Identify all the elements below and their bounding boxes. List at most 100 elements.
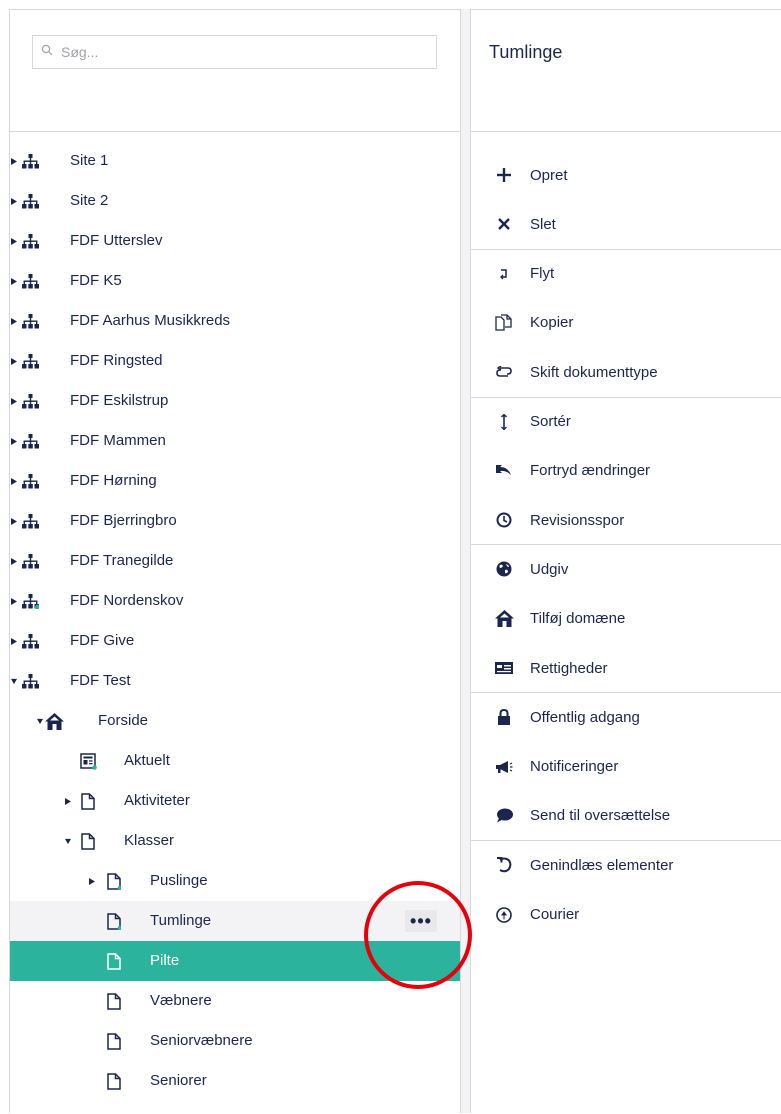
action-offentlig-adgang[interactable]: Offentlig adgang — [471, 693, 781, 741]
caret-right-icon[interactable] — [64, 797, 72, 805]
action-sort-r[interactable]: Sortér — [471, 398, 781, 446]
document-icon — [104, 991, 124, 1011]
caret-right-icon[interactable] — [10, 397, 18, 405]
action-revisionsspor[interactable]: Revisionsspor — [471, 496, 781, 544]
action-courier[interactable]: Courier — [471, 891, 781, 939]
caret-right-icon[interactable] — [10, 277, 18, 285]
tree-node[interactable]: FDF Test — [10, 661, 460, 701]
tree-node[interactable]: Aktiviteter — [10, 781, 460, 821]
sitemap-icon — [20, 351, 40, 371]
actions-panel: Tumlinge Opret Slet Flyt Kopier Skift dokume… — [471, 9, 781, 1114]
document-icon — [78, 831, 98, 851]
caret-down-icon[interactable] — [36, 717, 44, 725]
sitemap-icon — [20, 151, 40, 171]
caret-right-icon[interactable] — [10, 637, 18, 645]
action-udgiv[interactable]: Udgiv — [471, 545, 781, 593]
tree-node[interactable]: FDF K5 — [10, 261, 460, 301]
caret-right-icon[interactable] — [10, 357, 18, 365]
tree-node[interactable]: FDF Utterslev — [10, 221, 460, 261]
caret-right-icon[interactable] — [10, 237, 18, 245]
tree-node[interactable]: Klasser — [10, 821, 460, 861]
caret-right-icon[interactable] — [10, 517, 18, 525]
lock-icon — [493, 706, 515, 728]
action-label: Genindlæs elementer — [530, 856, 674, 874]
tree-node-label: FDF Bjerringbro — [70, 512, 177, 529]
action-label: Udgiv — [530, 560, 569, 578]
tree-node-label: FDF Utterslev — [70, 232, 163, 249]
tree-node-label: Site 1 — [70, 152, 109, 169]
action-label: Slet — [530, 215, 556, 233]
undo-icon — [493, 460, 515, 482]
caret-right-icon[interactable] — [10, 317, 18, 325]
action-flyt[interactable]: Flyt — [471, 250, 781, 298]
speech-bubble-icon — [493, 805, 515, 827]
caret-right-icon[interactable] — [10, 597, 18, 605]
sitemap-icon — [20, 471, 40, 491]
tree-node-label: FDF K5 — [70, 272, 122, 289]
action-tilføj-domæne[interactable]: Tilføj domæne — [471, 595, 781, 643]
tree-node-label: FDF Tranegilde — [70, 552, 174, 569]
sitemap-icon — [20, 591, 40, 611]
caret-right-icon[interactable] — [10, 197, 18, 205]
action-skift-dokumenttype[interactable]: Skift dokumenttype — [471, 348, 781, 396]
tree-node[interactable]: Site 1 — [10, 141, 460, 181]
action-kopier[interactable]: Kopier — [471, 299, 781, 347]
action-send-til-oversættelse[interactable]: Send til oversættelse — [471, 792, 781, 840]
tree-node-label: Væbnere — [150, 992, 212, 1009]
action-notificeringer[interactable]: Notificeringer — [471, 743, 781, 791]
action-rettigheder[interactable]: Rettigheder — [471, 644, 781, 692]
tree-node[interactable]: FDF Give — [10, 621, 460, 661]
search-input[interactable] — [59, 43, 423, 61]
clock-icon — [493, 509, 515, 531]
tree-node[interactable]: Væbnere — [10, 981, 460, 1021]
tree-node[interactable]: FDF Bjerringbro — [10, 501, 460, 541]
tree-node-label: Pilte — [150, 952, 180, 969]
tree-node[interactable]: Site 2 — [10, 181, 460, 221]
caret-down-icon[interactable] — [64, 837, 72, 845]
caret-right-icon[interactable] — [10, 557, 18, 565]
caret-right-icon[interactable] — [10, 477, 18, 485]
tree-node-label: Seniorer — [150, 1072, 207, 1089]
copy-icon — [493, 312, 515, 334]
action-label: Tilføj domæne — [530, 610, 626, 628]
caret-right-icon[interactable] — [10, 437, 18, 445]
tree-node-label: FDF Aarhus Musikkreds — [70, 312, 231, 329]
action-label: Kopier — [530, 314, 574, 332]
tree-node[interactable]: FDF Tranegilde — [10, 541, 460, 581]
search-field[interactable] — [32, 35, 437, 69]
tree-node[interactable]: FDF Ringsted — [10, 341, 460, 381]
caret-right-icon[interactable] — [88, 877, 96, 885]
sitemap-icon — [20, 191, 40, 211]
tree-node[interactable]: FDF Nordenskov — [10, 581, 460, 621]
action-label: Revisionsspor — [530, 511, 625, 529]
swap-icon — [493, 361, 515, 383]
sitemap-icon — [20, 511, 40, 531]
tree-node[interactable]: Seniorvæbnere — [10, 1021, 460, 1061]
action-label: Sortér — [530, 413, 571, 430]
sitemap-icon — [20, 671, 40, 691]
tree-node[interactable]: Seniorer — [10, 1061, 460, 1101]
action-opret[interactable]: Opret — [471, 151, 781, 199]
tree-node[interactable]: FDF Aarhus Musikkreds — [10, 301, 460, 341]
caret-down-icon[interactable] — [10, 677, 18, 685]
tree-node[interactable]: Forside — [10, 701, 460, 741]
top-frame — [0, 0, 781, 9]
caret-right-icon[interactable] — [10, 157, 18, 165]
document-icon — [104, 1071, 124, 1091]
sitemap-icon — [20, 431, 40, 451]
megaphone-icon — [493, 756, 515, 778]
tree-node[interactable]: FDF Hørning — [10, 461, 460, 501]
action-genindlæs-elementer[interactable]: Genindlæs elementer — [471, 841, 781, 889]
tree-node-label: Seniorvæbnere — [150, 1032, 253, 1049]
actions-header: Tumlinge — [471, 10, 781, 132]
sitemap-icon — [20, 631, 40, 651]
action-slet[interactable]: Slet — [471, 200, 781, 248]
tree-node[interactable]: FDF Mammen — [10, 421, 460, 461]
tree-node[interactable]: FDF Eskilstrup — [10, 381, 460, 421]
left-frame — [0, 9, 10, 1113]
tree-node-label: Forside — [98, 712, 149, 729]
tree-node[interactable]: Aktuelt — [10, 741, 460, 781]
search-icon — [41, 43, 53, 61]
action-fortryd-ændringer[interactable]: Fortryd ændringer — [471, 447, 781, 495]
document-icon — [104, 951, 124, 971]
